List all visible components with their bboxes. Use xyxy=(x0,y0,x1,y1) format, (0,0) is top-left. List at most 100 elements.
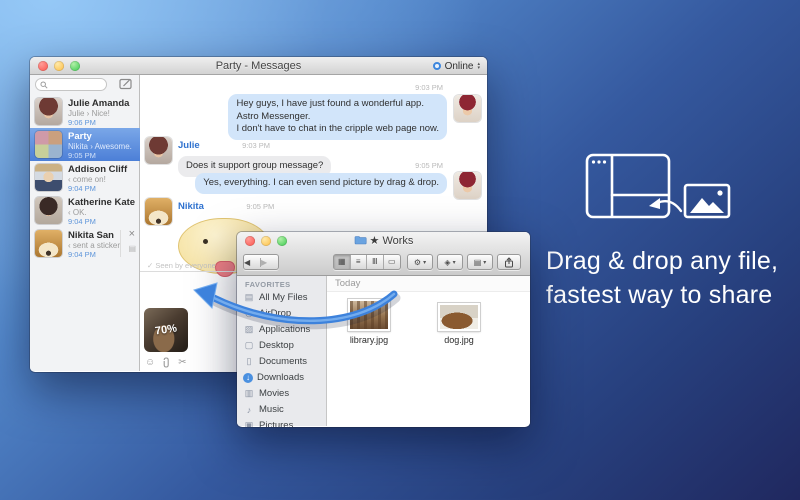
conversation-row-nikita-sandy[interactable]: Nikita Sandy ‹ sent a sticker 9:04 PM × … xyxy=(30,227,140,260)
conversation-row-julie-amanda[interactable]: Julie Amanda Julie › Nice! 9:06 PM xyxy=(30,95,140,128)
conversation-name: Addison Cliff xyxy=(68,164,127,175)
message-time: 9:05 PM xyxy=(195,161,443,170)
sidebar-item-applications[interactable]: ▨Applications xyxy=(243,322,325,337)
sidebar-item-documents[interactable]: ▯Documents xyxy=(243,354,325,369)
upload-progress: 70% xyxy=(154,323,177,338)
promo-line-1: Drag & drop any file, xyxy=(546,244,778,278)
sidebar-item-all-my-files[interactable]: ▤All My Files xyxy=(243,290,325,305)
finder-file-area: Today library.jpg dog.jpg xyxy=(327,276,530,426)
finder-sidebar: FAVORITES ▤All My Files ◎AirDrop ▨Applic… xyxy=(237,276,327,426)
all-my-files-icon: ▤ xyxy=(243,292,255,303)
applications-icon: ▨ xyxy=(243,324,255,335)
desktop-icon: ▢ xyxy=(243,340,255,351)
conversation-row-katherine-kate[interactable]: Katherine Kate ‹ OK. 9:04 PM xyxy=(30,194,140,227)
drag-drop-illustration xyxy=(585,153,741,225)
sidebar-item-movies[interactable]: ▥Movies xyxy=(243,386,325,401)
share-icon xyxy=(504,257,514,268)
dropbox-menu-button[interactable]: ◈▾ xyxy=(437,254,463,270)
conversation-sidebar: Julie Amanda Julie › Nice! 9:06 PM Party… xyxy=(30,75,140,371)
avatar xyxy=(35,230,62,257)
conversation-preview: ‹ come on! xyxy=(68,175,106,184)
zoom-window-button[interactable] xyxy=(70,61,80,71)
share-button[interactable] xyxy=(497,254,521,270)
avatar xyxy=(35,98,62,125)
file-library-jpg[interactable]: library.jpg xyxy=(337,299,401,345)
arrange-icon: ▤ xyxy=(474,258,482,267)
uploading-image-thumbnail: 70% xyxy=(144,308,188,352)
search-icon xyxy=(40,81,48,89)
desktop-background: Party - Messages Online ▴▾ xyxy=(0,0,800,500)
conversation-name: Katherine Kate xyxy=(68,197,135,208)
conversation-preview: ‹ OK. xyxy=(68,208,87,217)
outgoing-message-group: 9:05 PM Yes, everything. I can even send… xyxy=(195,161,447,194)
messages-titlebar: Party - Messages Online ▴▾ xyxy=(30,57,487,75)
documents-icon: ▯ xyxy=(243,356,255,367)
sender-name: Julie xyxy=(178,140,200,151)
window-controls xyxy=(38,61,80,71)
favorites-header: FAVORITES xyxy=(245,280,291,289)
conversation-time: 9:04 PM xyxy=(68,217,96,226)
conversation-preview: Nikita › Awesome. xyxy=(68,142,132,151)
file-thumbnail xyxy=(348,299,390,331)
back-icon[interactable]: ◀ xyxy=(244,258,261,267)
pictures-icon: ▣ xyxy=(243,420,255,427)
status-dropdown[interactable]: Online ▴▾ xyxy=(433,57,480,75)
drop-arrow-icon xyxy=(649,198,681,211)
attach-button[interactable] xyxy=(162,357,171,368)
conversation-time: 9:05 PM xyxy=(68,151,96,160)
forward-icon[interactable]: ▶ xyxy=(261,258,278,267)
sidebar-item-downloads[interactable]: ↓Downloads xyxy=(243,370,325,385)
close-window-button[interactable] xyxy=(38,61,48,71)
message-bubble: Yes, everything. I can even send picture… xyxy=(195,173,447,194)
sidebar-item-music[interactable]: ♪Music xyxy=(243,402,325,417)
search-row xyxy=(30,75,139,95)
window-title: Party - Messages xyxy=(30,57,487,75)
conversation-row-addison-cliff[interactable]: Addison Cliff ‹ come on! 9:04 PM xyxy=(30,161,140,194)
conversation-time: 9:06 PM xyxy=(68,118,96,127)
gear-icon: ⚙ xyxy=(414,258,421,267)
conversation-time: 9:04 PM xyxy=(68,250,96,259)
search-input[interactable] xyxy=(35,78,107,91)
coverflow-view-icon[interactable]: ▭ xyxy=(384,255,400,269)
back-forward-buttons[interactable]: ◀ ▶ xyxy=(243,254,279,270)
view-mode-segmented-control[interactable]: ▦ ≡ Ⅲ ▭ xyxy=(333,254,401,270)
sticker-badge-icon: ▤ xyxy=(128,244,136,253)
status-label: Online xyxy=(445,61,474,72)
file-dog-jpg[interactable]: dog.jpg xyxy=(427,303,491,345)
compose-icon xyxy=(119,78,133,90)
photo-icon xyxy=(685,185,729,217)
compose-toolbar: ☺ ✂ xyxy=(145,357,187,368)
compose-button[interactable] xyxy=(119,78,133,90)
conversation-name: Julie Amanda xyxy=(68,98,129,109)
avatar-me xyxy=(454,95,481,122)
close-conversation-button[interactable]: × xyxy=(129,229,135,240)
paperclip-icon xyxy=(162,357,171,368)
sidebar-item-desktop[interactable]: ▢Desktop xyxy=(243,338,325,353)
screenshot-button[interactable]: ✂ xyxy=(178,357,186,368)
list-view-icon[interactable]: ≡ xyxy=(351,255,368,269)
avatar-me xyxy=(454,172,481,199)
column-view-icon[interactable]: Ⅲ xyxy=(367,255,384,269)
avatar-nikita xyxy=(145,198,172,225)
downloads-icon: ↓ xyxy=(243,373,253,383)
sidebar-item-pictures[interactable]: ▣Pictures xyxy=(243,418,325,427)
promo-line-2: fastest way to share xyxy=(546,278,778,312)
minimize-window-button[interactable] xyxy=(54,61,64,71)
arrange-menu-button[interactable]: ▤▾ xyxy=(467,254,493,270)
sidebar-item-airdrop[interactable]: ◎AirDrop xyxy=(243,306,325,321)
action-menu-button[interactable]: ⚙▾ xyxy=(407,254,433,270)
chevron-down-icon: ▾ xyxy=(423,259,426,266)
avatar xyxy=(35,197,62,224)
window-dots xyxy=(592,160,606,163)
conversation-preview: Julie › Nice! xyxy=(68,109,110,118)
avatar-julie xyxy=(145,137,172,164)
divider xyxy=(120,230,121,257)
box-icon: ◈ xyxy=(444,258,450,267)
chevron-down-icon: ▾ xyxy=(483,259,486,266)
emoji-button[interactable]: ☺ xyxy=(145,357,155,368)
file-thumbnail xyxy=(438,303,480,331)
icon-view-icon[interactable]: ▦ xyxy=(334,255,351,269)
online-status-icon xyxy=(433,62,441,70)
conversation-row-party[interactable]: Party Nikita › Awesome. 9:05 PM xyxy=(30,128,140,161)
avatar xyxy=(35,164,62,191)
